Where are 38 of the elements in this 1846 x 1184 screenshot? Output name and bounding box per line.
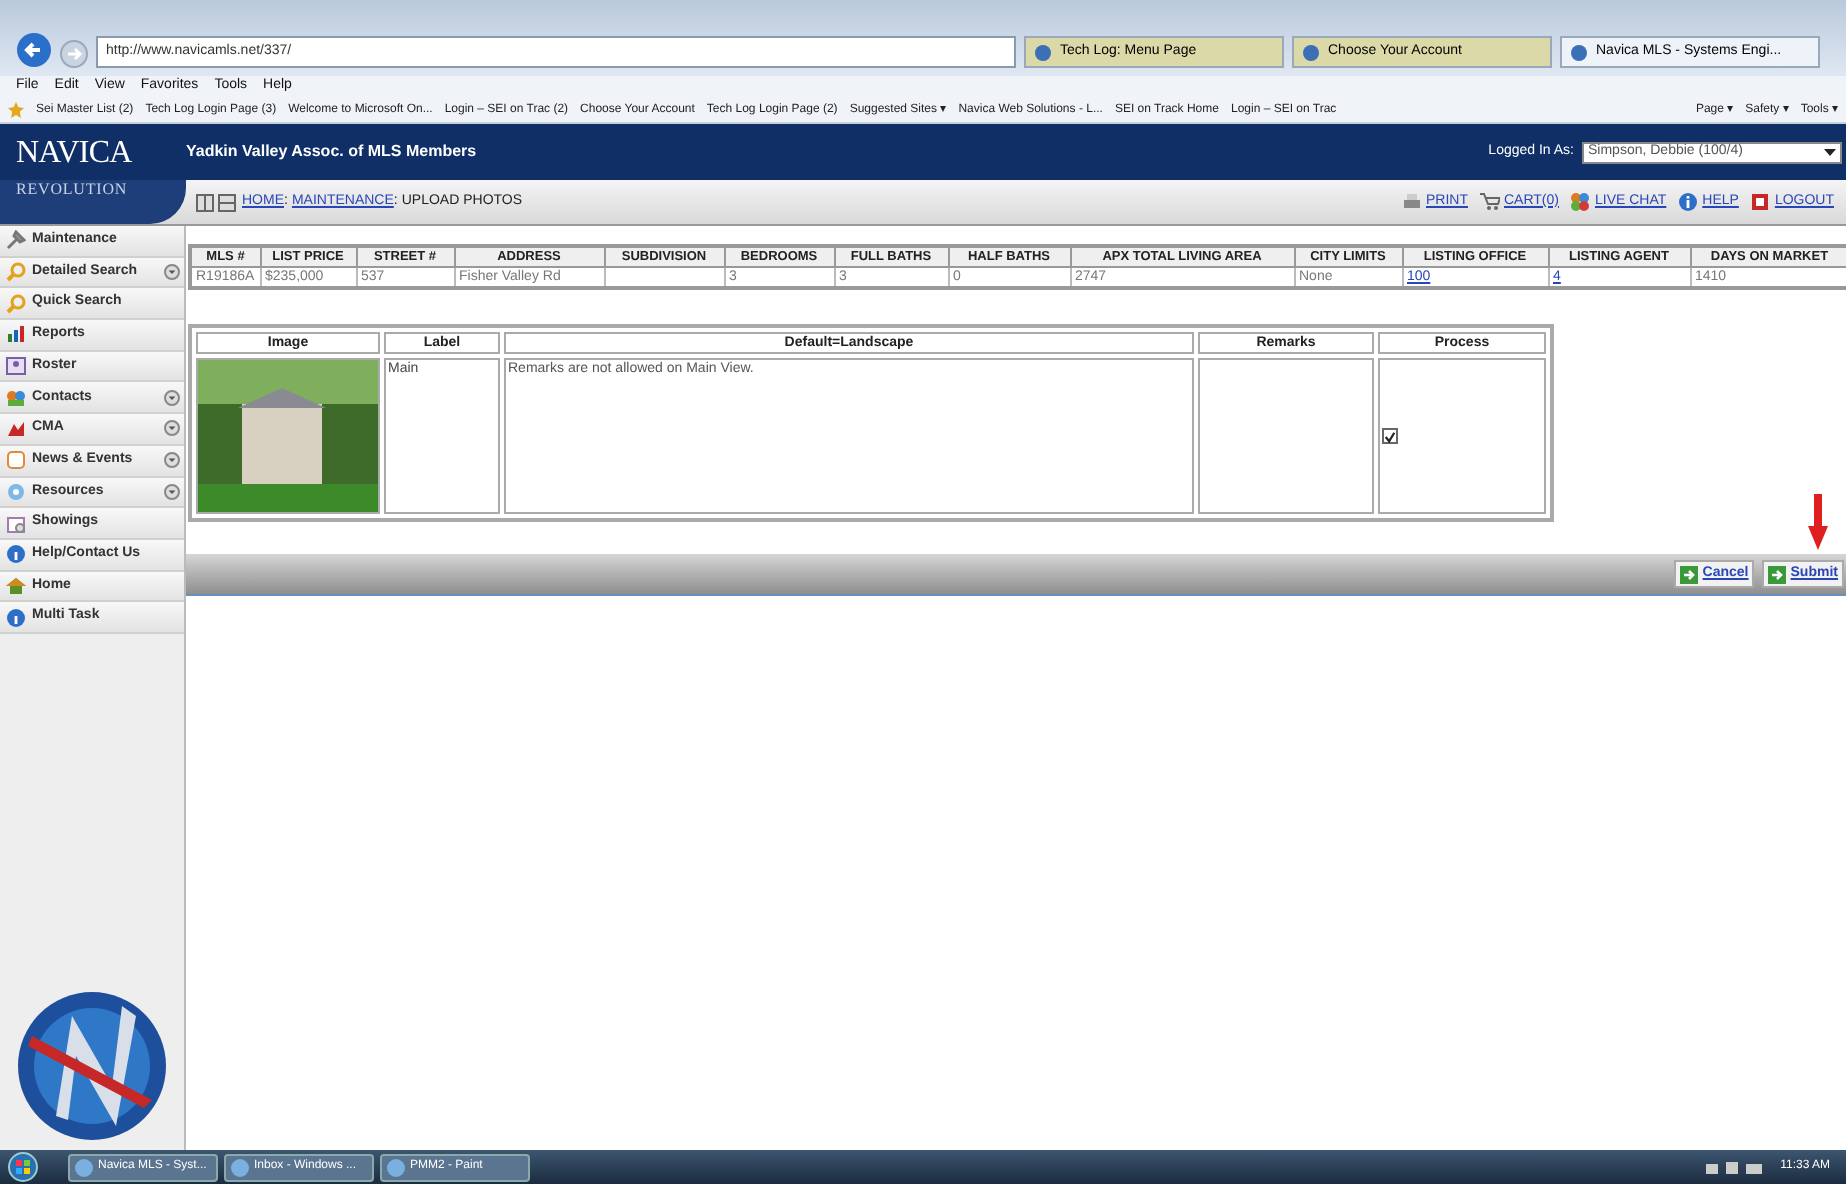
- bar-chart-icon: [6, 324, 26, 345]
- house-icon: [6, 575, 26, 596]
- star-icon[interactable]: [8, 102, 24, 118]
- dropdown-caret-icon: [1824, 146, 1836, 158]
- logo-text: NAVICA: [16, 136, 134, 172]
- organization-name: Yadkin Valley Assoc. of MLS Members: [186, 140, 477, 164]
- expand-icon: [164, 483, 180, 500]
- help-icon: [6, 544, 26, 565]
- magnifier-icon: [6, 293, 26, 314]
- cart-icon: [1480, 192, 1500, 212]
- expand-icon: [164, 264, 180, 281]
- app-icon: [386, 1157, 406, 1177]
- annotation-arrow: [1808, 494, 1828, 550]
- expand-icon: [164, 389, 180, 406]
- chart-icon: [6, 418, 26, 439]
- layout-icon[interactable]: [196, 193, 214, 211]
- arrow-right-icon: [1680, 565, 1699, 583]
- expand-icon: [164, 452, 180, 469]
- app-icon: [74, 1157, 94, 1177]
- start-button-icon[interactable]: [8, 1152, 38, 1182]
- check-icon: [1384, 429, 1396, 443]
- arrow-right-icon: [1768, 565, 1787, 583]
- wrench-icon: [6, 230, 26, 251]
- back-icon[interactable]: [16, 32, 52, 68]
- help-icon: [1678, 192, 1699, 212]
- expand-icon: [164, 420, 180, 437]
- roster-icon: [6, 356, 26, 377]
- logo-subtitle: REVOLUTION: [16, 180, 128, 200]
- people-icon: [6, 387, 26, 408]
- printer-icon: [1402, 192, 1422, 212]
- magnifier-icon: [6, 262, 26, 283]
- tray-icons-icon[interactable]: [1706, 1159, 1767, 1175]
- process-checkbox[interactable]: [1382, 428, 1398, 444]
- info-icon: [6, 607, 26, 628]
- layout-icon[interactable]: [218, 193, 236, 211]
- exit-icon: [1750, 192, 1771, 212]
- people-icon: [1570, 192, 1591, 212]
- app-icon: [230, 1157, 250, 1177]
